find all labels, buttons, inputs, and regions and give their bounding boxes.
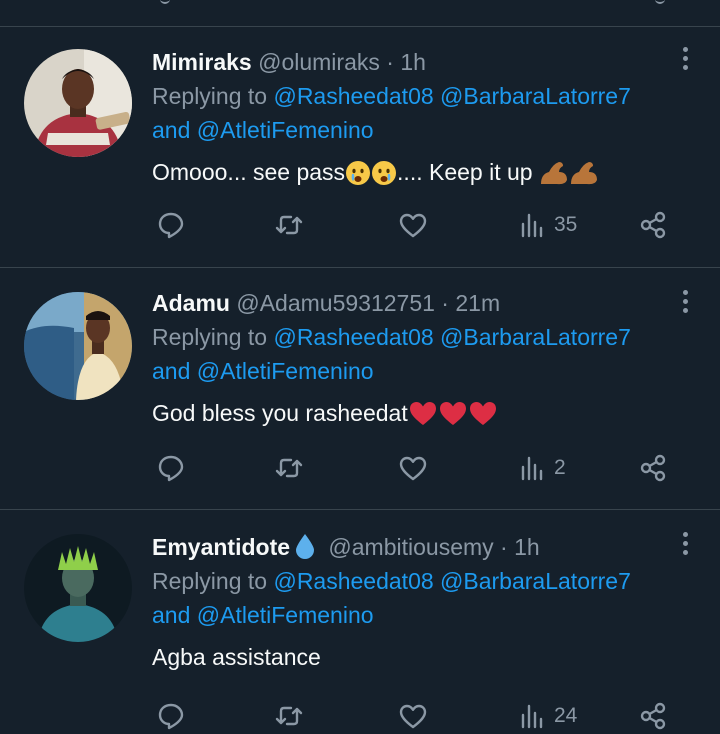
avatar[interactable] — [24, 534, 132, 642]
retweet-button[interactable] — [274, 698, 304, 734]
avatar[interactable] — [24, 49, 132, 157]
user-handle[interactable]: @ambitiousemy — [328, 534, 493, 560]
retweet-button[interactable] — [274, 207, 304, 243]
timestamp[interactable]: 1h — [400, 49, 426, 75]
display-name[interactable]: Emyantidote — [152, 534, 290, 560]
tweet-text: Agba assistance — [152, 638, 694, 676]
reply-button[interactable] — [156, 450, 186, 486]
analytics-icon — [521, 456, 543, 481]
tweet-text-start: God bless you rasheedat — [152, 400, 408, 426]
flexed-biceps-emoji — [539, 159, 569, 197]
replying-to-label: Replying to — [152, 324, 268, 350]
avatar[interactable] — [24, 292, 132, 400]
tweet-text-end: .... Keep it up — [397, 159, 533, 185]
mention-link[interactable]: @AtletiFemenino — [197, 602, 374, 628]
action-bar: 24 — [152, 698, 672, 734]
heart-icon — [399, 213, 427, 238]
flexed-biceps-emoji — [569, 159, 599, 197]
timestamp[interactable]: 1h — [514, 534, 540, 560]
share-icon — [640, 211, 666, 239]
tweet[interactable]: Mimiraks @olumiraks · 1h Replying to @Ra… — [0, 27, 720, 268]
views-button[interactable]: 35 — [518, 207, 577, 243]
replying-to: Replying to @Rasheedat08 @BarbaraLatorre… — [152, 564, 694, 632]
replying-to-label: Replying to — [152, 568, 268, 594]
display-name[interactable]: Adamu — [152, 290, 230, 316]
replying-to-label: Replying to — [152, 83, 268, 109]
share-icon — [655, 0, 665, 4]
user-handle[interactable]: @Adamu59312751 — [236, 290, 435, 316]
action-bar: 2 — [152, 450, 672, 486]
like-button[interactable] — [398, 698, 428, 734]
and-label: and — [152, 358, 191, 384]
mention-link[interactable]: @BarbaraLatorre7 — [440, 324, 631, 350]
and-label: and — [152, 602, 191, 628]
red-heart-emoji — [408, 399, 438, 438]
mention-link[interactable]: @Rasheedat08 — [273, 83, 433, 109]
mention-link[interactable]: @AtletiFemenino — [197, 358, 374, 384]
timestamp[interactable]: 21m — [455, 290, 500, 316]
share-icon — [640, 702, 666, 730]
display-name[interactable]: Mimiraks — [152, 49, 252, 75]
view-count: 24 — [554, 704, 578, 727]
tweet-text-start: Omooo... see pass — [152, 159, 346, 185]
reply-icon — [160, 0, 170, 4]
like-button[interactable] — [398, 207, 428, 243]
heart-icon — [399, 456, 427, 481]
mention-link[interactable]: @BarbaraLatorre7 — [440, 568, 631, 594]
tweet-text-start: Agba assistance — [152, 644, 321, 670]
separator-dot: · — [500, 534, 508, 560]
more-options-icon[interactable] — [682, 532, 690, 559]
tweet-header: Emyantidote @ambitiousemy · 1h — [152, 530, 694, 564]
share-button[interactable] — [638, 450, 668, 486]
red-heart-emoji — [438, 399, 468, 438]
previous-tweet-edge — [0, 0, 720, 27]
analytics-icon — [521, 213, 543, 238]
reply-icon — [158, 455, 184, 482]
and-label: and — [152, 117, 191, 143]
retweet-button[interactable] — [274, 450, 304, 486]
more-options-icon[interactable] — [682, 47, 690, 74]
crying-face-emoji — [345, 159, 371, 197]
reply-button[interactable] — [156, 207, 186, 243]
droplet-emoji — [294, 533, 316, 568]
tweet-text: God bless you rasheedat — [152, 394, 694, 438]
view-count: 35 — [554, 213, 578, 236]
mention-link[interactable]: @BarbaraLatorre7 — [440, 83, 631, 109]
mention-link[interactable]: @Rasheedat08 — [273, 324, 433, 350]
tweet-text: Omooo... see pass .... Keep it up — [152, 153, 694, 197]
reply-icon — [158, 212, 184, 239]
mention-link[interactable]: @Rasheedat08 — [273, 568, 433, 594]
views-button[interactable]: 24 — [518, 698, 577, 734]
share-button[interactable] — [638, 207, 668, 243]
tweet-header: Adamu @Adamu59312751 · 21m — [152, 286, 694, 320]
retweet-icon — [275, 458, 303, 478]
user-handle[interactable]: @olumiraks — [258, 49, 380, 75]
replying-to: Replying to @Rasheedat08 @BarbaraLatorre… — [152, 320, 694, 388]
tweet[interactable]: Adamu @Adamu59312751 · 21m Replying to @… — [0, 268, 720, 510]
separator-dot: · — [441, 290, 449, 316]
retweet-icon — [275, 215, 303, 235]
tweet[interactable]: Emyantidote @ambitiousemy · 1h Replying … — [0, 510, 720, 730]
tweet-header: Mimiraks @olumiraks · 1h — [152, 45, 694, 79]
views-button[interactable]: 2 — [518, 450, 566, 486]
retweet-icon — [275, 706, 303, 726]
action-bar: 35 — [152, 207, 672, 243]
like-button[interactable] — [398, 450, 428, 486]
replying-to: Replying to @Rasheedat08 @BarbaraLatorre… — [152, 79, 694, 147]
heart-icon — [399, 704, 427, 729]
crying-face-emoji — [371, 159, 397, 197]
reply-icon — [158, 703, 184, 730]
red-heart-emoji — [468, 399, 498, 438]
analytics-icon — [521, 704, 543, 729]
view-count: 2 — [554, 456, 566, 479]
share-icon — [640, 454, 666, 482]
more-options-icon[interactable] — [682, 290, 690, 317]
reply-button[interactable] — [156, 698, 186, 734]
separator-dot: · — [386, 49, 394, 75]
share-button[interactable] — [638, 698, 668, 734]
mention-link[interactable]: @AtletiFemenino — [197, 117, 374, 143]
